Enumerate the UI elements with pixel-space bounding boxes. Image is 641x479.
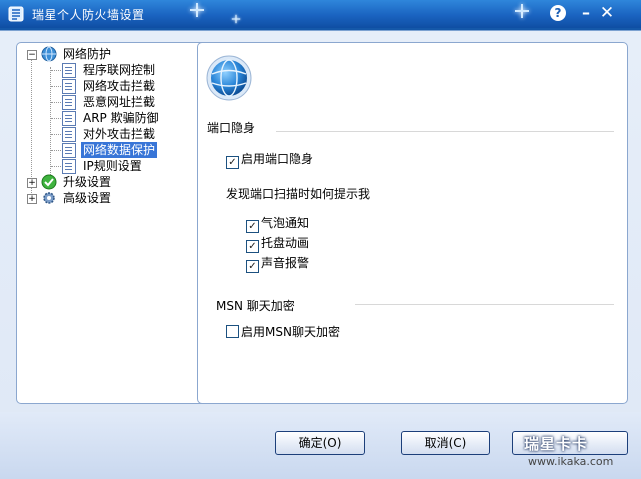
tree-connector (51, 134, 61, 135)
msn-section-title: MSN 聊天加密 (216, 299, 295, 313)
window-title: 瑞星个人防火墙设置 (32, 8, 145, 22)
tree-connector (51, 86, 61, 87)
tree-connector (51, 166, 61, 167)
tray-animation-checkbox[interactable]: ✓ (246, 240, 259, 253)
enable-port-stealth-checkbox[interactable]: ✓ (226, 156, 239, 169)
port-stealth-section-title: 端口隐身 (207, 121, 256, 135)
network-globe-icon (206, 55, 252, 101)
tree-label: 网络攻击拦截 (83, 79, 156, 93)
tree-item-malicious-url-block[interactable]: 恶意网址拦截 (51, 94, 201, 110)
tree-label-selected: 网络数据保护 (81, 142, 158, 158)
checkbox-label: 气泡通知 (261, 216, 310, 230)
expand-toggle[interactable]: + (27, 178, 37, 188)
tree-connector (51, 70, 61, 71)
tree-item-outbound-attack-block[interactable]: 对外攻击拦截 (51, 126, 201, 142)
cancel-button[interactable]: 取消(C) (401, 431, 490, 455)
enable-msn-encryption-option[interactable]: 启用MSN聊天加密 (226, 324, 340, 340)
settings-window: 瑞星个人防火墙设置 ? – ✕ − 网络防护 程序联网控制 网络攻击拦截 恶意网… (0, 0, 641, 479)
page-icon (62, 63, 76, 78)
page-icon (62, 111, 76, 126)
page-icon (62, 127, 76, 142)
checkbox-label: 托盘动画 (261, 236, 310, 250)
sound-alert-option[interactable]: ✓ 声音报警 (246, 255, 310, 273)
tree-node-network-protection[interactable]: − 网络防护 (27, 46, 197, 62)
sparkle-decoration (190, 3, 204, 17)
tree-node-upgrade-settings[interactable]: + 升级设置 (27, 174, 197, 190)
tree-item-network-data-protection[interactable]: 网络数据保护 (51, 142, 201, 158)
tree-label-network: 网络防护 (63, 47, 112, 61)
tree-label: IP规则设置 (83, 159, 142, 173)
minimize-button[interactable]: – (577, 4, 595, 22)
section-divider (355, 304, 614, 305)
section-divider (276, 131, 614, 132)
enable-port-stealth-option[interactable]: ✓ 启用端口隐身 (226, 151, 314, 169)
gear-icon (43, 192, 55, 204)
checkbox-label: 启用MSN聊天加密 (241, 325, 340, 339)
scan-prompt-label: 发现端口扫描时如何提示我 (226, 187, 371, 201)
tree-label-upgrade: 升级设置 (63, 175, 112, 189)
title-bar[interactable]: 瑞星个人防火墙设置 ? – ✕ (0, 0, 641, 28)
page-icon (62, 143, 76, 158)
collapse-toggle[interactable]: − (27, 50, 37, 60)
expand-toggle[interactable]: + (27, 194, 37, 204)
page-icon (62, 159, 76, 174)
tree-label-advanced: 高级设置 (63, 191, 112, 205)
tree-connector (51, 150, 61, 151)
sound-alert-checkbox[interactable]: ✓ (246, 260, 259, 273)
help-button[interactable]: ? (550, 5, 566, 21)
watermark-logo: 瑞星卡卡 (524, 435, 589, 453)
tree-label: ARP 欺骗防御 (83, 111, 159, 125)
check-circle-icon (41, 174, 57, 190)
tree-connector (51, 118, 61, 119)
sparkle-decoration (515, 4, 529, 18)
tree-label: 程序联网控制 (83, 63, 156, 77)
tree-item-program-network-control[interactable]: 程序联网控制 (51, 62, 201, 78)
checkbox-label: 声音报警 (261, 256, 310, 270)
app-shield-icon (8, 6, 24, 22)
tree-label: 恶意网址拦截 (83, 95, 156, 109)
tree-label: 对外攻击拦截 (83, 127, 156, 141)
bubble-notify-checkbox[interactable]: ✓ (246, 220, 259, 233)
globe-network-icon (41, 46, 57, 62)
checkbox-label: 启用端口隐身 (241, 152, 314, 166)
page-icon (62, 95, 76, 110)
navigation-tree-panel: − 网络防护 程序联网控制 网络攻击拦截 恶意网址拦截 ARP 欺骗防御 对外攻… (16, 42, 209, 404)
tree-node-advanced-settings[interactable]: + 高级设置 (27, 190, 197, 206)
enable-msn-encryption-checkbox[interactable] (226, 325, 239, 338)
tree-item-network-attack-block[interactable]: 网络攻击拦截 (51, 78, 201, 94)
close-button[interactable]: ✕ (598, 4, 616, 22)
tree-connector (51, 102, 61, 103)
tray-animation-option[interactable]: ✓ 托盘动画 (246, 235, 310, 253)
ikaka-watermark: 瑞星卡卡 www.ikaka.com (520, 433, 635, 473)
settings-content-panel: 端口隐身 ✓ 启用端口隐身 发现端口扫描时如何提示我 ✓ 气泡通知 ✓ 托盘动画 ✓ 声… (197, 42, 628, 404)
watermark-url: www.ikaka.com (528, 455, 614, 468)
page-icon (62, 79, 76, 94)
sparkle-decoration (231, 14, 241, 24)
tree-item-arp-defense[interactable]: ARP 欺骗防御 (51, 110, 201, 126)
ok-button[interactable]: 确定(O) (275, 431, 365, 455)
tree-item-ip-rules[interactable]: IP规则设置 (51, 158, 201, 174)
bubble-notify-option[interactable]: ✓ 气泡通知 (246, 215, 310, 233)
